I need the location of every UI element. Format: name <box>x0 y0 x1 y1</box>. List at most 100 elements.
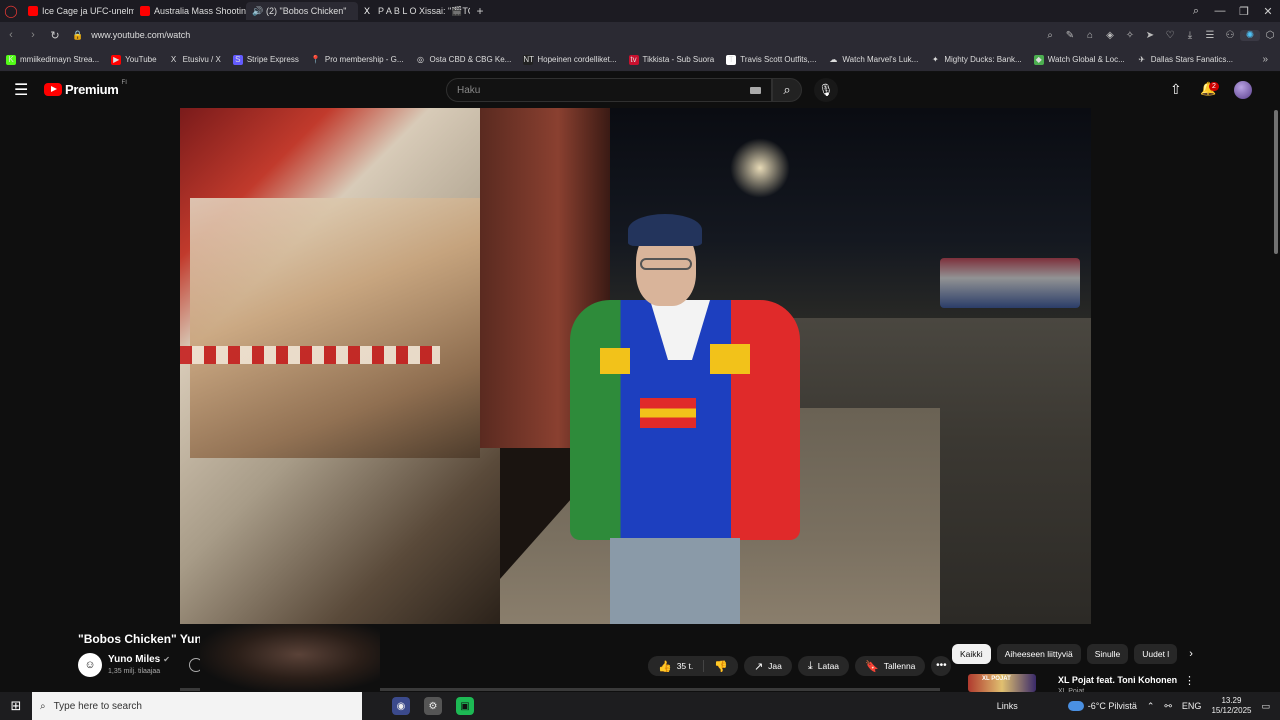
recommendation-thumbnail[interactable]: XL POJAT <box>968 674 1036 692</box>
thumbs-down-icon: 👎 <box>714 660 728 673</box>
subscriber-count: 1,35 milj. tilaajaa <box>108 668 161 675</box>
easy-setup-icon[interactable]: ☰ <box>1200 30 1220 41</box>
bookmark-label: Stripe Express <box>246 55 299 64</box>
window-controls: ⌕ — ❐ ✕ <box>1184 0 1280 22</box>
chat-app-taskbar-icon[interactable]: ▣ <box>456 697 474 715</box>
opera-logo-icon[interactable]: ◯ <box>0 0 22 22</box>
bookmark-item[interactable]: ◆ Watch Global & Loc... <box>1033 54 1125 65</box>
send-icon[interactable]: ➤ <box>1140 30 1160 41</box>
chip-all[interactable]: Kaikki <box>952 644 991 664</box>
account-avatar[interactable] <box>1234 81 1252 99</box>
save-button[interactable]: 🔖 Tallenna <box>855 656 926 676</box>
profile-icon[interactable]: ⚇ <box>1220 30 1240 41</box>
dislike-button[interactable]: 👎 <box>704 656 738 676</box>
search-input[interactable]: Haku <box>446 78 772 102</box>
search-tabs-icon[interactable]: ⌕ <box>1184 5 1208 18</box>
keyboard-icon[interactable] <box>750 87 761 94</box>
tab-bobos-chicken[interactable]: 🔊 (2) "Bobos Chicken" <box>246 2 358 20</box>
bookmark-item[interactable]: Kmmiikedimayn Strea... <box>6 54 99 65</box>
more-actions-icon[interactable]: ••• <box>931 656 952 676</box>
bookmark-label: Pro membership - G... <box>324 55 404 64</box>
back-icon[interactable]: ‹ <box>0 29 22 41</box>
zoom-icon[interactable]: ⌕ <box>1040 30 1060 41</box>
x-favicon-icon: X <box>364 6 371 16</box>
minimize-icon[interactable]: — <box>1208 5 1232 17</box>
restore-icon[interactable]: ❐ <box>1232 5 1256 18</box>
extension-icon[interactable]: ✧ <box>1120 30 1140 41</box>
like-button[interactable]: 👍 35 t. <box>648 656 704 676</box>
bookmarks-bar: Kmmiikedimayn Strea... ▶ YouTube X Etusivu /… <box>0 48 1280 72</box>
chip-new[interactable]: Uudet l <box>1134 644 1178 664</box>
upload-icon[interactable]: ⇧ <box>1170 81 1182 98</box>
bookmark-label: Dallas Stars Fanatics... <box>1150 55 1234 64</box>
recommendation-title[interactable]: XL Pojat feat. Toni Kohonen <box>1058 675 1177 685</box>
clock[interactable]: 13.29 15/12/2025 <box>1211 696 1251 716</box>
share-button[interactable]: ↗ Jaa <box>743 656 792 676</box>
new-tab-button[interactable]: + <box>470 4 490 18</box>
chip-for-you[interactable]: Sinulle <box>1086 644 1129 664</box>
shield-icon[interactable]: ◈ <box>1100 30 1120 41</box>
download-arrow-icon: ⤓ <box>807 659 813 672</box>
weather-widget[interactable]: -6°C Pilvistä <box>1067 701 1137 711</box>
bookmark-item[interactable]: ☁ Watch Marvel's Luk... <box>828 55 918 65</box>
bookmark-label: Tikkista - Sub Suora <box>642 55 715 64</box>
bookmark-item[interactable]: X Etusivu / X <box>169 55 221 65</box>
bookmarks-overflow-icon[interactable]: » <box>1262 54 1268 65</box>
bookmark-favicon-icon: ✦ <box>931 54 939 64</box>
tab-ice-cage[interactable]: Ice Cage ja UFC-unelma <box>22 2 134 20</box>
bookmark-item[interactable]: ◎ Osta CBD & CBG Ke... <box>416 55 511 65</box>
bookmark-icon: 🔖 <box>865 660 879 673</box>
tab-pablo[interactable]: X P A B L O Xissai: "🎬TOP <box>358 2 470 20</box>
clock-date: 15/12/2025 <box>1211 706 1252 715</box>
channel-name[interactable]: Yuno Miles ✔ <box>108 654 170 665</box>
heart-icon[interactable]: ♡ <box>1160 30 1180 41</box>
reload-icon[interactable]: ↻ <box>44 29 66 42</box>
bookmark-item[interactable]: tv Tikkista - Sub Suora <box>628 54 715 65</box>
notification-center-icon[interactable]: ▭ <box>1261 701 1270 712</box>
microphone-icon: 🎙 <box>818 83 834 97</box>
voice-search-button[interactable]: 🎙 <box>814 78 838 102</box>
chevron-up-icon[interactable]: ⌃ <box>1147 701 1155 712</box>
notification-badge: 2 <box>1209 82 1219 91</box>
youtube-play-icon <box>44 83 62 96</box>
search-button[interactable]: ⌕ <box>772 78 802 102</box>
chip-related[interactable]: Aiheeseen liittyviä <box>996 644 1081 664</box>
bookmark-label: Etusivu / X <box>182 55 221 64</box>
scrollbar-thumb[interactable] <box>1274 110 1278 254</box>
edit-icon[interactable]: ✎ <box>1060 30 1080 41</box>
url-field[interactable]: 🔒 www.youtube.com/watch <box>72 30 190 41</box>
close-icon[interactable]: ✕ <box>1256 5 1280 18</box>
bookmark-item[interactable]: 📍 Pro membership - G... <box>311 55 404 65</box>
bookmark-item[interactable]: S Stripe Express <box>232 54 299 65</box>
channel-avatar[interactable]: ☺ <box>78 653 102 677</box>
network-icon[interactable]: ⚯ <box>1164 701 1172 712</box>
tab-label: Australia Mass Shooting <box>154 6 246 16</box>
like-count: 35 t. <box>676 661 694 671</box>
bookmark-favicon-icon: ▶ <box>111 54 122 65</box>
bookmark-item[interactable]: ✈ Dallas Stars Fanatics... <box>1137 55 1233 65</box>
youtube-premium-logo[interactable]: Premium FI <box>44 80 127 97</box>
bookmark-item[interactable]: ▶ YouTube <box>111 54 157 65</box>
bookmark-item[interactable]: ✦ Mighty Ducks: Bank... <box>930 54 1022 65</box>
tab-australia[interactable]: Australia Mass Shooting <box>134 2 246 20</box>
bookmark-label: YouTube <box>125 55 157 64</box>
bookmark-item[interactable]: NT Hopeinen cordelliket... <box>523 54 617 65</box>
hamburger-menu-icon[interactable]: ☰ <box>14 80 28 100</box>
taskbar-search-input[interactable]: ⌕ Type here to search <box>32 692 362 720</box>
download-button[interactable]: ⤓ Lataa <box>797 656 850 676</box>
kebab-menu-icon[interactable]: ⋮ <box>1184 674 1195 687</box>
chevron-right-icon[interactable]: › <box>1189 648 1193 660</box>
aria-icon[interactable]: ✺ <box>1240 29 1260 41</box>
bookmark-item[interactable]: T Travis Scott Outfits,... <box>726 54 816 65</box>
video-player[interactable] <box>180 108 1091 624</box>
opera-gx-taskbar-icon[interactable]: ◉ <box>392 697 410 715</box>
forward-icon[interactable]: › <box>22 29 44 41</box>
app-taskbar-icon[interactable]: ⚙ <box>424 697 442 715</box>
windows-start-icon[interactable]: ⊞ <box>0 698 32 714</box>
camera-icon[interactable]: ⌂ <box>1080 30 1100 41</box>
language-indicator[interactable]: ENG <box>1182 701 1202 711</box>
video-frame-streetlight <box>730 138 790 198</box>
cube-icon[interactable]: ⬡ <box>1260 30 1280 41</box>
download-icon[interactable]: ⤓ <box>1180 30 1200 41</box>
links-toolbar[interactable]: Links <box>997 701 1018 711</box>
